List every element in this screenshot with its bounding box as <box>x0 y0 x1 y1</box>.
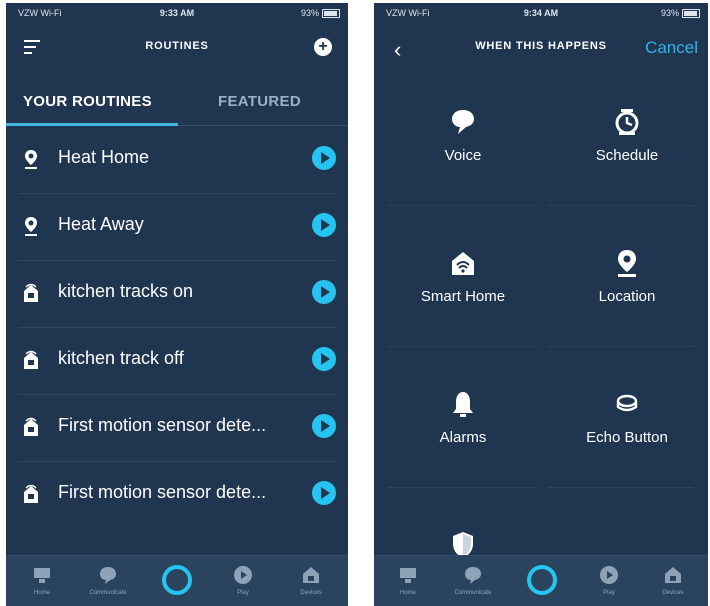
alarm-clock-icon <box>615 109 639 135</box>
chat-icon <box>100 567 116 584</box>
devices-icon <box>665 567 681 583</box>
nav-communicate-label: Communicate <box>89 590 127 596</box>
smart-home-icon <box>24 350 38 369</box>
home-icon <box>400 568 416 583</box>
run-routine-play-icon[interactable] <box>312 481 336 505</box>
active-tab-indicator <box>6 123 178 126</box>
nav-play-label: Play <box>603 590 615 596</box>
trigger-label: Echo Button <box>586 429 668 446</box>
run-routine-play-icon[interactable] <box>312 146 336 170</box>
trigger-alarms[interactable]: Alarms <box>388 365 538 495</box>
navigation-bar: ‹ WHEN THIS HAPPENS Cancel <box>374 27 708 67</box>
routine-label: First motion sensor dete... <box>58 415 267 435</box>
routine-row[interactable]: kitchen track off <box>18 328 336 395</box>
nav-play-label: Play <box>237 590 249 596</box>
trigger-picker-screen: VZW Wi-Fi 9:34 AM 93% ‹ WHEN THIS HAPPEN… <box>374 3 708 606</box>
nav-play[interactable]: Play <box>218 564 268 596</box>
trigger-label: Location <box>598 288 656 305</box>
clock: 9:34 AM <box>523 8 559 18</box>
trigger-voice[interactable]: Voice <box>388 83 538 213</box>
bottom-navigation: Home Communicate Play Devices <box>6 555 348 606</box>
trigger-label: Smart Home <box>420 288 506 305</box>
alexa-icon[interactable] <box>162 565 192 595</box>
routine-label: Heat Home <box>58 147 150 167</box>
grid-divider <box>388 487 536 488</box>
nav-play[interactable]: Play <box>584 564 634 596</box>
battery-icon <box>322 8 340 18</box>
trigger-schedule[interactable]: Schedule <box>552 83 702 213</box>
routine-row[interactable]: First motion sensor dete... <box>18 395 336 462</box>
bottom-navigation: Home Communicate Play Devices <box>374 555 708 606</box>
battery-indicator: 93% <box>301 8 340 18</box>
nav-home[interactable]: Home <box>17 564 67 596</box>
echo-button-icon <box>616 394 638 412</box>
nav-devices-label: Devices <box>662 590 684 596</box>
routine-tabs: YOUR ROUTINES FEATURED <box>6 89 348 127</box>
run-routine-play-icon[interactable] <box>312 280 336 304</box>
routine-label: kitchen track off <box>58 348 184 368</box>
grid-divider <box>548 205 694 206</box>
home-icon <box>34 568 50 583</box>
play-icon <box>600 566 618 584</box>
status-bar: VZW Wi-Fi 9:34 AM 93% <box>374 3 708 23</box>
routine-list: Heat Home Heat Away kitchen tracks on ki… <box>6 127 348 528</box>
grid-divider <box>548 346 694 347</box>
grid-divider <box>388 346 536 347</box>
trigger-smart-home[interactable]: Smart Home <box>388 224 538 354</box>
tab-your-routines[interactable]: YOUR ROUTINES <box>23 93 152 110</box>
alexa-icon[interactable] <box>527 565 557 595</box>
smart-home-icon <box>452 252 474 275</box>
smart-home-icon <box>24 283 38 302</box>
add-routine-button[interactable]: + <box>314 38 332 56</box>
tab-divider <box>178 125 348 126</box>
nav-communicate[interactable]: Communicate <box>83 564 133 596</box>
run-routine-play-icon[interactable] <box>312 347 336 371</box>
routine-label: kitchen tracks on <box>58 281 194 301</box>
location-pin-icon <box>25 217 37 236</box>
tab-featured[interactable]: FEATURED <box>218 93 301 110</box>
smart-home-icon <box>24 484 38 503</box>
trigger-echo-button[interactable]: Echo Button <box>552 365 702 495</box>
navigation-bar: ROUTINES + <box>6 27 348 67</box>
grid-divider <box>548 487 694 488</box>
battery-percent: 93% <box>660 8 679 18</box>
speech-bubble-icon <box>452 110 474 134</box>
trigger-label: Schedule <box>595 147 659 164</box>
smart-home-icon <box>24 417 38 436</box>
grid-divider <box>388 205 536 206</box>
bell-icon <box>453 392 473 417</box>
nav-devices[interactable]: Devices <box>648 564 698 596</box>
battery-icon <box>682 8 700 18</box>
location-pin-icon <box>25 150 37 169</box>
routine-row[interactable]: kitchen tracks on <box>18 261 336 328</box>
trigger-location[interactable]: Location <box>552 224 702 354</box>
trigger-label: Voice <box>444 147 482 164</box>
routine-row[interactable]: First motion sensor dete... <box>18 462 336 528</box>
page-title: ROUTINES <box>145 40 209 52</box>
routine-label: Heat Away <box>58 214 144 234</box>
nav-home-label: Home <box>399 590 416 596</box>
battery-percent: 93% <box>300 8 319 18</box>
location-pin-icon <box>618 250 636 277</box>
status-bar: VZW Wi-Fi 9:33 AM 93% <box>6 3 348 23</box>
chat-icon <box>465 567 481 584</box>
routine-row[interactable]: Heat Away <box>18 194 336 261</box>
nav-communicate[interactable]: Communicate <box>448 564 498 596</box>
nav-home[interactable]: Home <box>383 564 433 596</box>
clock: 9:33 AM <box>159 8 195 18</box>
nav-devices-label: Devices <box>300 590 322 596</box>
run-routine-play-icon[interactable] <box>312 414 336 438</box>
routine-label: First motion sensor dete... <box>58 482 267 502</box>
nav-home-label: Home <box>33 590 50 596</box>
devices-icon <box>303 567 319 583</box>
play-icon <box>234 566 252 584</box>
nav-communicate-label: Communicate <box>454 590 492 596</box>
battery-indicator: 93% <box>661 8 700 18</box>
run-routine-play-icon[interactable] <box>312 213 336 237</box>
nav-devices[interactable]: Devices <box>286 564 336 596</box>
routine-row[interactable]: Heat Home <box>18 127 336 194</box>
trigger-label: Alarms <box>439 429 487 446</box>
routines-screen: VZW Wi-Fi 9:33 AM 93% ROUTINES + YOUR RO… <box>6 3 348 606</box>
cancel-button[interactable]: Cancel <box>645 38 698 58</box>
